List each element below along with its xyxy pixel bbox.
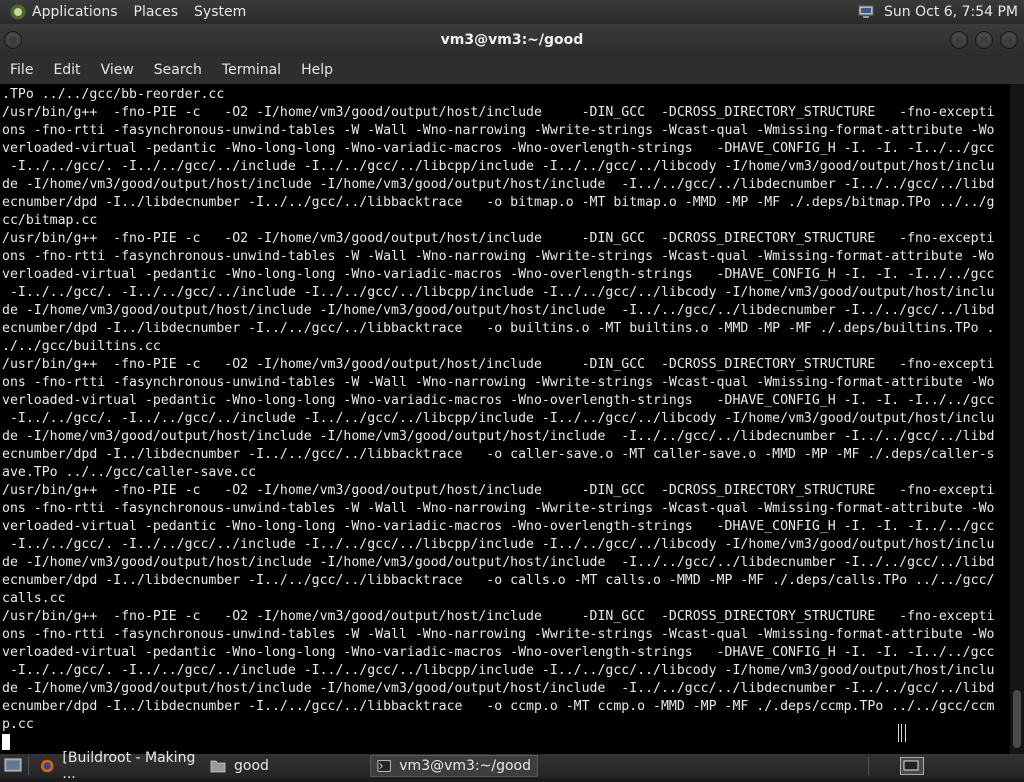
menu-file[interactable]: File [0,62,43,78]
terminal-line: verloaded-virtual -pedantic -Wno-long-lo… [2,267,995,282]
applications-menu[interactable]: Applications [30,4,120,20]
terminal-line: de -I/home/vm3/good/output/host/include … [2,555,995,570]
terminal-line: /usr/bin/g++ -fno-PIE -c -O2 -I/home/vm3… [2,105,995,120]
terminal-line: calls.cc [2,591,66,606]
terminal-line: ons -fno-rtti -fasynchronous-unwind-tabl… [2,627,995,642]
terminal-line: -I../../gcc/. -I../../gcc/../include -I.… [2,663,995,678]
terminal-line: de -I/home/vm3/good/output/host/include … [2,681,995,696]
window-titlebar[interactable]: vm3@vm3:~/good [0,24,1024,56]
terminal-line: -I../../gcc/. -I../../gcc/../include -I.… [2,159,995,174]
task-terminal-label: vm3@vm3:~/good [399,758,531,774]
minimize-button[interactable] [950,31,968,49]
terminal-line: -I../../gcc/. -I../../gcc/../include -I.… [2,285,995,300]
terminal-line: ave.TPo ../../gcc/caller-save.cc [2,465,257,480]
terminal-menubar: File Edit View Search Terminal Help [0,56,1024,84]
menu-terminal[interactable]: Terminal [212,62,291,78]
firefox-icon [40,759,54,773]
system-menu[interactable]: System [192,4,248,20]
terminal-line: ecnumber/dpd -I../libdecnumber -I../../g… [2,699,995,714]
terminal-line: ecnumber/dpd -I../libdecnumber -I../../g… [2,321,995,336]
close-button[interactable] [1000,31,1018,49]
terminal-line: ons -fno-rtti -fasynchronous-unwind-tabl… [2,123,995,138]
mouse-ibeam-icon [898,724,906,742]
terminal-line: -I../../gcc/. -I../../gcc/../include -I.… [2,537,995,552]
menu-search[interactable]: Search [144,62,212,78]
terminal-line: de -I/home/vm3/good/output/host/include … [2,303,995,318]
terminal-line: ons -fno-rtti -fasynchronous-unwind-tabl… [2,501,995,516]
terminal-line: -I../../gcc/. -I../../gcc/../include -I.… [2,411,995,426]
panel-separator [28,757,29,775]
places-menu[interactable]: Places [132,4,181,20]
terminal-line: ecnumber/dpd -I../libdecnumber -I../../g… [2,573,995,588]
scrollbar-thumb[interactable] [1013,690,1021,748]
clock[interactable]: Sun Oct 6, 7:54 PM [884,4,1018,20]
terminal-cursor [2,734,10,750]
terminal-line: /usr/bin/g++ -fno-PIE -c -O2 -I/home/vm3… [2,231,995,246]
terminal-line: p.cc [2,717,34,732]
terminal-scrollbar[interactable] [1010,84,1024,754]
terminal-output[interactable]: .TPo ../../gcc/bb-reorder.cc /usr/bin/g+… [0,84,1010,754]
network-icon[interactable] [858,4,874,20]
panel-separator [868,757,869,775]
terminal-line: de -I/home/vm3/good/output/host/include … [2,429,995,444]
task-good-folder[interactable]: good [204,755,364,777]
terminal-line: .TPo ../../gcc/bb-reorder.cc [2,87,225,102]
terminal-line: verloaded-virtual -pedantic -Wno-long-lo… [2,141,995,156]
terminal-line: verloaded-virtual -pedantic -Wno-long-lo… [2,393,995,408]
menu-view[interactable]: View [91,62,144,78]
task-good-label: good [234,758,269,774]
terminal-line: ons -fno-rtti -fasynchronous-unwind-tabl… [2,249,995,264]
top-panel: Applications Places System Sun Oct 6, 7:… [0,0,1024,24]
terminal-line: ./../gcc/builtins.cc [2,339,161,354]
show-desktop-icon[interactable] [4,758,22,774]
window-title: vm3@vm3:~/good [440,32,584,48]
folder-icon [210,760,226,773]
task-buildroot-label: [Buildroot - Making ... [62,750,196,782]
terminal-line: /usr/bin/g++ -fno-PIE -c -O2 -I/home/vm3… [2,609,995,624]
terminal-line: ecnumber/dpd -I../libdecnumber -I../../g… [2,195,995,210]
workspace-switcher-icon[interactable] [900,757,924,775]
terminal-line: cc/bitmap.cc [2,213,98,228]
menu-help[interactable]: Help [291,62,343,78]
terminal-text: .TPo ../../gcc/bb-reorder.cc /usr/bin/g+… [2,86,994,734]
terminal-line: verloaded-virtual -pedantic -Wno-long-lo… [2,519,995,534]
terminal-line: de -I/home/vm3/good/output/host/include … [2,177,995,192]
terminal-line: verloaded-virtual -pedantic -Wno-long-lo… [2,645,995,660]
distro-logo-icon[interactable] [10,4,26,20]
terminal-line: ons -fno-rtti -fasynchronous-unwind-tabl… [2,375,995,390]
terminal-icon [377,760,391,772]
menu-edit[interactable]: Edit [43,62,90,78]
terminal-line: /usr/bin/g++ -fno-PIE -c -O2 -I/home/vm3… [2,357,995,372]
terminal-line: ecnumber/dpd -I../libdecnumber -I../../g… [2,447,995,462]
bottom-panel: [Buildroot - Making ... good vm3@vm3:~/g… [0,750,1024,782]
task-terminal[interactable]: vm3@vm3:~/good [370,755,538,777]
maximize-button[interactable] [975,31,993,49]
terminal-line: /usr/bin/g++ -fno-PIE -c -O2 -I/home/vm3… [2,483,995,498]
task-buildroot[interactable]: [Buildroot - Making ... [34,750,204,782]
